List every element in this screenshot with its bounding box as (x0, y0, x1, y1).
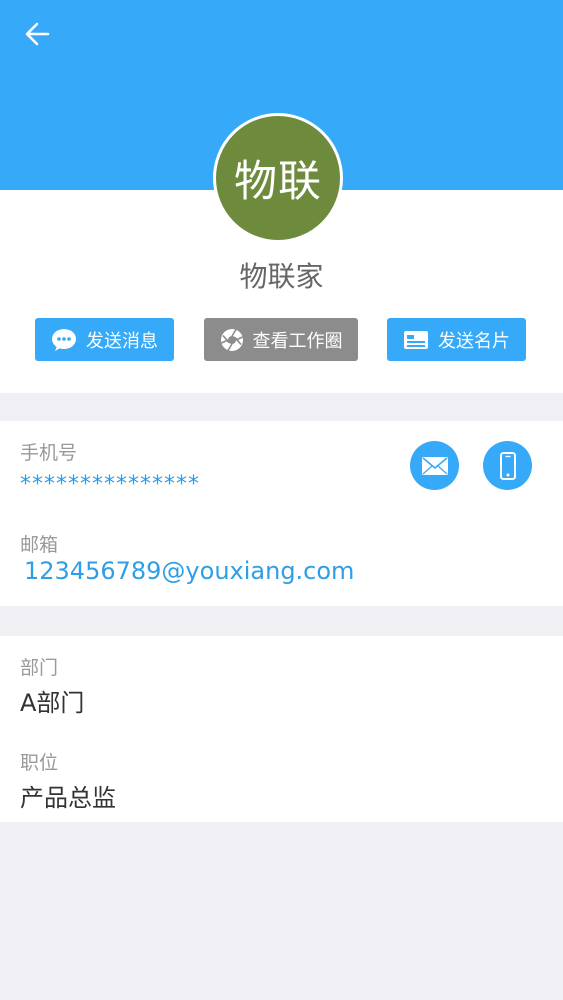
arrow-left-icon (25, 22, 50, 46)
view-moments-label: 查看工作圈 (252, 330, 343, 352)
phone-label: 手机号 (20, 442, 78, 464)
send-message-label: 发送消息 (86, 330, 158, 352)
email-value[interactable]: 123456789@youxiang.com (24, 557, 354, 585)
back-button[interactable] (20, 18, 56, 50)
send-card-button[interactable]: 发送名片 (387, 318, 526, 361)
email-button[interactable] (410, 441, 459, 490)
aperture-icon (220, 328, 243, 351)
envelope-icon (421, 456, 448, 475)
phone-value[interactable]: *************** (20, 472, 200, 497)
contact-name: 物联家 (239, 260, 324, 293)
chat-bubble-icon (52, 328, 76, 351)
mobile-phone-icon (499, 451, 516, 480)
card-icon (404, 330, 428, 349)
email-label: 邮箱 (20, 534, 59, 556)
department-value: A部门 (20, 689, 85, 717)
department-label: 部门 (20, 657, 59, 679)
send-message-button[interactable]: 发送消息 (35, 318, 174, 361)
avatar[interactable]: 物联 (213, 113, 343, 243)
send-card-label: 发送名片 (438, 330, 510, 352)
call-button[interactable] (483, 441, 532, 490)
position-label: 职位 (20, 752, 59, 774)
view-moments-button[interactable]: 查看工作圈 (204, 318, 358, 361)
position-value: 产品总监 (20, 784, 116, 812)
avatar-text: 物联 (234, 157, 322, 207)
